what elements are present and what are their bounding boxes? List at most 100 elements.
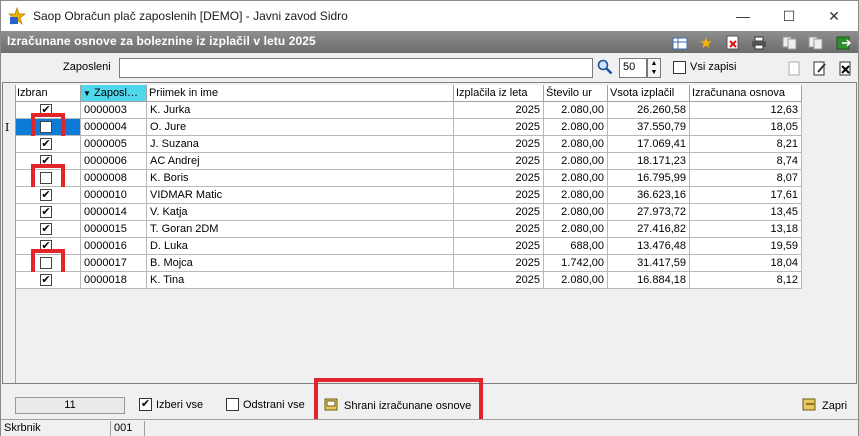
maximize-button[interactable]: ☐ — [766, 1, 812, 31]
hours-cell: 2.080,00 — [544, 272, 608, 289]
minimize-button[interactable]: — — [720, 1, 766, 31]
page-title: Izračunane osnove za boleznine iz izplač… — [7, 34, 316, 48]
izbran-checkbox[interactable]: ✔ — [40, 274, 52, 286]
basis-cell: 13,45 — [690, 204, 802, 221]
sum-cell: 27.973,72 — [608, 204, 690, 221]
izbran-cell[interactable]: ✔ — [15, 136, 81, 153]
app-icon — [8, 7, 26, 25]
izberi-vse-checkbox[interactable]: ✔ — [139, 398, 152, 411]
basis-cell: 13,18 — [690, 221, 802, 238]
chevron-up-icon[interactable]: ▲ — [648, 59, 660, 68]
hours-cell: 2.080,00 — [544, 170, 608, 187]
zapri-label: Zapri — [822, 400, 848, 412]
close-button[interactable]: ✕ — [811, 1, 857, 31]
column-header-izbran[interactable]: Izbran — [15, 85, 81, 102]
sort-down-icon: ▼ — [83, 89, 91, 98]
izbran-cell[interactable]: ✔ — [15, 272, 81, 289]
zaposleni-cell: 0000015 — [81, 221, 147, 238]
exit-book-icon[interactable] — [835, 34, 853, 51]
izbran-cell[interactable]: ✔ — [15, 187, 81, 204]
status-company: 001 — [111, 421, 145, 436]
year-cell: 2025 — [454, 136, 544, 153]
new-document-icon[interactable] — [785, 60, 803, 77]
zaposleni-cell: 0000010 — [81, 187, 147, 204]
window-title: Saop Obračun plač zaposlenih [DEMO] - Ja… — [33, 9, 348, 23]
year-cell: 2025 — [454, 187, 544, 204]
zaposleni-cell: 0000006 — [81, 153, 147, 170]
vsi-zapisi-label: Vsi zapisi — [690, 61, 737, 73]
basis-cell: 18,04 — [690, 255, 802, 272]
chevron-down-icon[interactable]: ▼ — [648, 68, 660, 77]
izbran-checkbox[interactable]: ✔ — [40, 223, 52, 235]
current-row-cursor-icon: I — [5, 121, 10, 134]
vsi-zapisi-checkbox[interactable] — [673, 61, 686, 74]
edit-document-icon[interactable] — [811, 60, 829, 77]
shrani-button[interactable]: Shrani izračunane osnove — [324, 397, 471, 415]
basis-cell: 12,63 — [690, 102, 802, 119]
column-header-osnova[interactable]: Izračunana osnova — [690, 85, 802, 102]
grid-settings-icon[interactable] — [671, 34, 689, 51]
zapri-button[interactable]: Zapri — [802, 397, 847, 415]
sum-cell: 18.171,23 — [608, 153, 690, 170]
results-table[interactable]: Izbran ▼ Zaposl… Priimek in ime Izplačil… — [2, 82, 857, 384]
zaposleni-input[interactable] — [119, 58, 593, 78]
column-header-leto[interactable]: Izplačila iz leta — [454, 85, 544, 102]
name-cell: O. Jure — [147, 119, 454, 136]
basis-cell: 8,21 — [690, 136, 802, 153]
izbran-checkbox[interactable]: ✔ — [40, 189, 52, 201]
zaposleni-cell: 0000003 — [81, 102, 147, 119]
year-cell: 2025 — [454, 119, 544, 136]
izbran-cell[interactable]: ✔ — [15, 204, 81, 221]
hours-cell: 2.080,00 — [544, 187, 608, 204]
basis-cell: 19,59 — [690, 238, 802, 255]
year-cell: 2025 — [454, 272, 544, 289]
zaposleni-cell: 0000016 — [81, 238, 147, 255]
record-count-stepper[interactable]: ▲ ▼ — [647, 58, 661, 78]
column-header-zaposleni[interactable]: ▼ Zaposl… — [81, 85, 147, 102]
year-cell: 2025 — [454, 102, 544, 119]
name-cell: K. Jurka — [147, 102, 454, 119]
search-icon[interactable] — [597, 59, 613, 78]
hours-cell: 2.080,00 — [544, 221, 608, 238]
favorite-star-icon[interactable]: ★ — [697, 34, 715, 52]
hours-cell: 688,00 — [544, 238, 608, 255]
basis-cell: 18,05 — [690, 119, 802, 136]
name-cell: V. Katja — [147, 204, 454, 221]
year-cell: 2025 — [454, 204, 544, 221]
row-indicator-border — [15, 85, 16, 383]
status-user: Skrbnik — [1, 421, 111, 436]
name-cell: K. Boris — [147, 170, 454, 187]
izberi-vse-label: Izberi vse — [156, 399, 204, 411]
sum-cell: 36.623,16 — [608, 187, 690, 204]
delete-record-icon[interactable] — [837, 60, 855, 77]
sum-cell: 17.069,41 — [608, 136, 690, 153]
izbran-checkbox[interactable]: ✔ — [40, 138, 52, 150]
name-cell: K. Tina — [147, 272, 454, 289]
hours-cell: 1.742,00 — [544, 255, 608, 272]
record-count-input[interactable]: 50 — [619, 58, 647, 78]
hours-cell: 2.080,00 — [544, 102, 608, 119]
copy-icon[interactable] — [781, 34, 799, 51]
basis-cell: 8,12 — [690, 272, 802, 289]
printer-icon[interactable] — [750, 34, 768, 51]
name-cell: T. Goran 2DM — [147, 221, 454, 238]
odstrani-vse-checkbox[interactable] — [226, 398, 239, 411]
year-cell: 2025 — [454, 170, 544, 187]
basis-cell: 8,07 — [690, 170, 802, 187]
zaposleni-label: Zaposleni — [63, 61, 111, 73]
delete-document-icon[interactable] — [724, 34, 742, 51]
name-cell: VIDMAR Matic — [147, 187, 454, 204]
paste-icon[interactable] — [807, 34, 825, 51]
sum-cell: 16.795,99 — [608, 170, 690, 187]
column-header-vsota[interactable]: Vsota izplačil — [608, 85, 690, 102]
izbran-cell[interactable]: ✔ — [15, 221, 81, 238]
save-book-icon — [324, 397, 340, 415]
column-header-priimek[interactable]: Priimek in ime — [147, 85, 454, 102]
izbran-checkbox[interactable]: ✔ — [40, 206, 52, 218]
shrani-label: Shrani izračunane osnove — [344, 400, 472, 412]
main-window: Saop Obračun plač zaposlenih [DEMO] - Ja… — [0, 0, 859, 436]
column-header-ure[interactable]: Število ur — [544, 85, 608, 102]
sum-cell: 13.476,48 — [608, 238, 690, 255]
status-bar: Skrbnik 001 — [1, 419, 858, 436]
year-cell: 2025 — [454, 238, 544, 255]
